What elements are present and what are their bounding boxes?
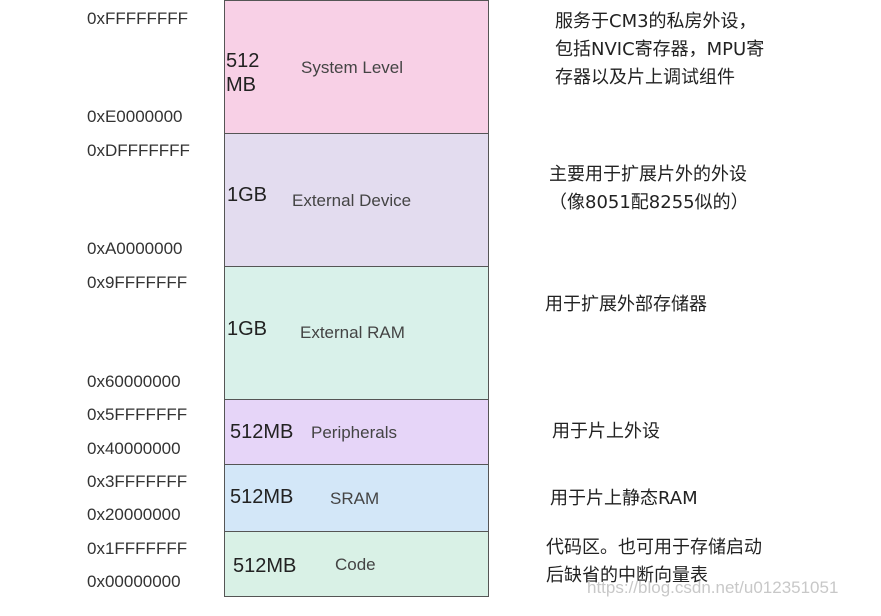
region-external-device: 1GB External Device — [224, 133, 489, 267]
address-label: 0xA0000000 — [87, 239, 183, 258]
address-label: 0x40000000 — [87, 439, 181, 458]
region-description: 主要用于扩展片外的外设 （像8051配8255似的） — [549, 164, 749, 213]
region-size: 512MB — [230, 421, 294, 443]
region-name: Peripherals — [311, 423, 397, 442]
address-label: 0xE0000000 — [87, 107, 183, 126]
region-code: 512MB Code — [224, 531, 489, 597]
region-size: 1GB — [227, 184, 268, 206]
region-peripherals: 512MB Peripherals — [224, 399, 489, 465]
region-name: SRAM — [330, 489, 380, 508]
region-description: 用于片上外设 — [552, 421, 660, 442]
address-label: 0x60000000 — [87, 372, 181, 391]
region-size: 1GB — [227, 318, 268, 340]
region-size: 512MB — [230, 486, 294, 508]
address-label: 0x9FFFFFFF — [87, 273, 188, 292]
address-label: 0x20000000 — [87, 505, 181, 524]
region-sram: 512MB SRAM — [224, 464, 489, 532]
region-size: 512 MB — [226, 50, 260, 96]
address-label: 0x1FFFFFFF — [87, 539, 188, 558]
address-label: 0x00000000 — [87, 572, 181, 591]
region-external-ram: 1GB External RAM — [224, 266, 489, 400]
region-system-level: 512 MB System Level — [224, 0, 489, 134]
region-name: Code — [335, 555, 376, 574]
address-label: 0x5FFFFFFF — [87, 405, 188, 424]
address-label: 0xDFFFFFFF — [87, 141, 190, 160]
region-description: 用于扩展外部存储器 — [545, 294, 707, 315]
watermark: https://blog.csdn.net/u012351051 — [587, 578, 839, 597]
region-name: System Level — [301, 58, 404, 77]
address-label: 0x3FFFFFFF — [87, 472, 188, 491]
region-description: 用于片上静态RAM — [550, 488, 698, 509]
region-name: External RAM — [300, 323, 405, 342]
region-size: 512MB — [233, 555, 297, 577]
region-description: 服务于CM3的私房外设， 包括NVIC寄存器，MPU寄 存器以及片上调试组件 — [555, 11, 765, 88]
address-label: 0xFFFFFFFF — [87, 9, 189, 28]
region-name: External Device — [292, 191, 412, 210]
